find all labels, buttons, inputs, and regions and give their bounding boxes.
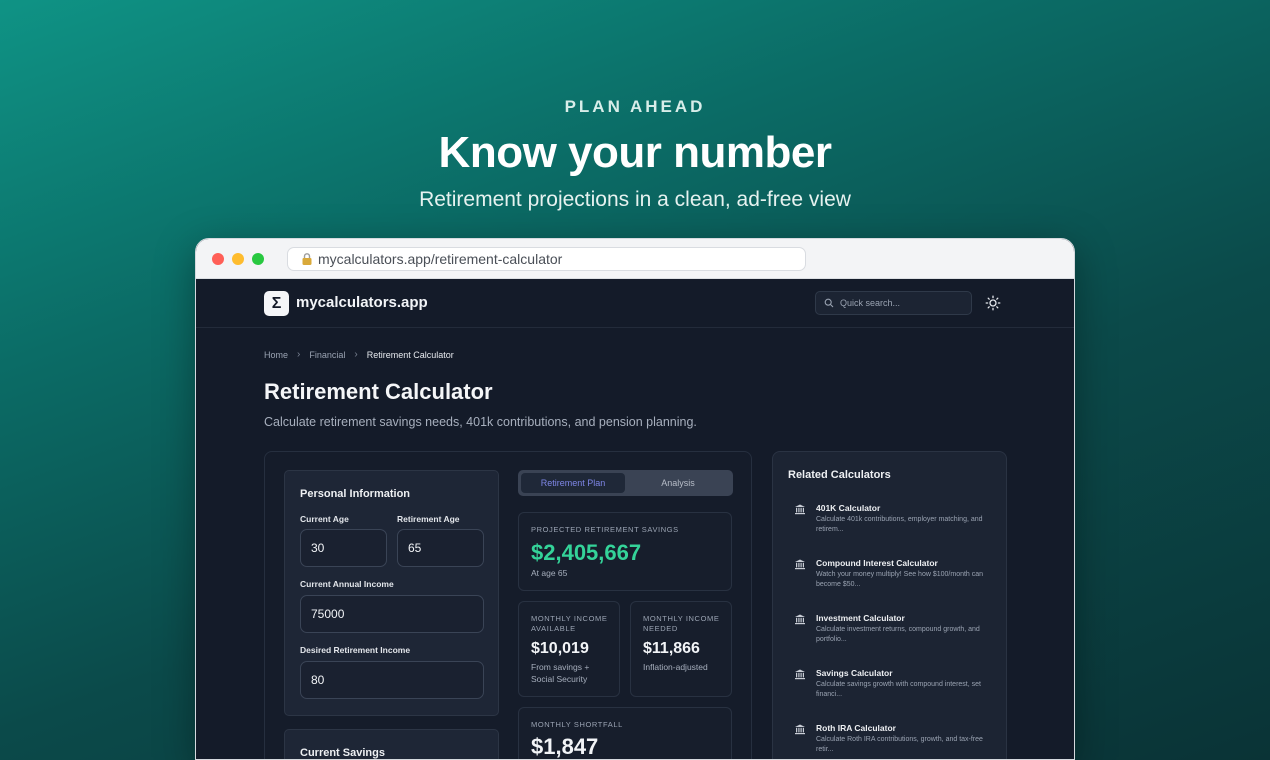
monthly-shortfall-label: MONTHLY SHORTFALL [531, 720, 623, 729]
related-item-name: 401K Calculator [816, 503, 881, 513]
related-item-desc: Calculate investment returns, compound g… [816, 626, 980, 643]
monthly-needed-label: MONTHLY INCOME NEEDED [643, 614, 720, 633]
search-icon [824, 298, 834, 308]
personal-info-panel: Personal Information Current Age Retirem… [284, 470, 499, 716]
page-title: Retirement Calculator [264, 379, 493, 404]
monthly-available-value: $10,019 [531, 640, 589, 657]
desired-income-label: Desired Retirement Income [300, 645, 411, 655]
current-savings-panel: Current Savings [284, 729, 499, 759]
monthly-shortfall-value: $1,847 [531, 734, 599, 759]
related-item-desc: Calculate 401k contributions, employer m… [816, 516, 983, 533]
projected-savings-label: PROJECTED RETIREMENT SAVINGS [531, 525, 679, 534]
related-item-name: Investment Calculator [816, 613, 905, 623]
retirement-age-input[interactable]: 65 [397, 529, 484, 567]
related-item-name: Savings Calculator [816, 668, 893, 678]
current-age-label: Current Age [300, 514, 349, 524]
tab-retirement-plan[interactable]: Retirement Plan [521, 473, 625, 493]
projected-savings-note: At age 65 [531, 568, 568, 578]
close-window-button[interactable] [212, 253, 224, 265]
breadcrumb-home[interactable]: Home [264, 350, 288, 360]
monthly-needed-card: MONTHLY INCOME NEEDED $11,866 Inflation-a… [630, 601, 732, 697]
bank-icon [795, 504, 805, 515]
url-text: mycalculators.app/retirement-calculator [318, 251, 563, 267]
hero-title: Know your number [438, 128, 832, 177]
related-item-name: Roth IRA Calculator [816, 723, 896, 733]
lock-icon [300, 252, 314, 266]
monthly-available-note: From savings + Social Security [531, 662, 590, 684]
chevron-right-icon: › [354, 349, 358, 360]
chevron-right-icon: › [297, 349, 301, 360]
tab-analysis[interactable]: Analysis [626, 473, 730, 493]
bank-icon [795, 614, 805, 625]
monthly-available-card: MONTHLY INCOME AVAILABLE $10,019 From sav… [518, 601, 620, 697]
monthly-needed-note: Inflation-adjusted [643, 662, 708, 672]
minimize-window-button[interactable] [232, 253, 244, 265]
hero-eyebrow: PLAN AHEAD [564, 97, 706, 116]
hero-subtitle: Retirement projections in a clean, ad-fr… [419, 188, 851, 211]
monthly-available-label: MONTHLY INCOME AVAILABLE [531, 614, 608, 633]
related-item-desc: Watch your money multiply! See how $100/… [816, 571, 984, 588]
address-bar[interactable]: mycalculators.app/retirement-calculator [287, 247, 806, 271]
desired-income-input[interactable]: 80 [300, 661, 484, 699]
related-item-desc: Calculate savings growth with compound i… [816, 681, 981, 698]
breadcrumb: Home › Financial › Retirement Calculator [264, 349, 454, 360]
bank-icon [795, 724, 805, 735]
logo-icon[interactable]: Σ [264, 291, 289, 316]
browser-chrome: mycalculators.app/retirement-calculator [196, 239, 1074, 279]
income-input[interactable]: 75000 [300, 595, 484, 633]
search-placeholder: Quick search... [840, 298, 901, 308]
top-nav: Σ mycalculators.app Quick search... [196, 279, 1074, 328]
retirement-age-label: Retirement Age [397, 514, 460, 524]
monthly-needed-value: $11,866 [643, 640, 700, 657]
browser-window: mycalculators.app/retirement-calculator … [195, 238, 1075, 760]
current-savings-title: Current Savings [300, 747, 385, 759]
theme-toggle-sun-icon[interactable] [985, 295, 1001, 311]
current-age-input[interactable]: 30 [300, 529, 387, 567]
bank-icon [795, 559, 805, 570]
breadcrumb-current: Retirement Calculator [366, 349, 454, 360]
maximize-window-button[interactable] [252, 253, 264, 265]
personal-info-title: Personal Information [300, 488, 411, 500]
breadcrumb-financial[interactable]: Financial [309, 350, 345, 360]
search-input[interactable]: Quick search... [815, 291, 972, 315]
related-calculators-panel: Related Calculators 401K Calculator Calc… [772, 451, 1007, 759]
projected-savings-value: $2,405,667 [531, 540, 642, 565]
projected-savings-card: PROJECTED RETIREMENT SAVINGS $2,405,667 … [518, 512, 732, 591]
app-viewport: Σ mycalculators.app Quick search... Home… [196, 279, 1074, 759]
site-name[interactable]: mycalculators.app [296, 294, 428, 311]
bank-icon [795, 669, 805, 680]
monthly-shortfall-card: MONTHLY SHORTFALL $1,847 [518, 707, 732, 759]
related-item-desc: Calculate Roth IRA contributions, growth… [816, 736, 983, 753]
related-item-name: Compound Interest Calculator [816, 558, 938, 568]
related-title: Related Calculators [788, 469, 891, 481]
page-description: Calculate retirement savings needs, 401k… [264, 415, 697, 429]
income-label: Current Annual Income [300, 579, 394, 589]
result-tabs: Retirement Plan Analysis [518, 470, 733, 496]
